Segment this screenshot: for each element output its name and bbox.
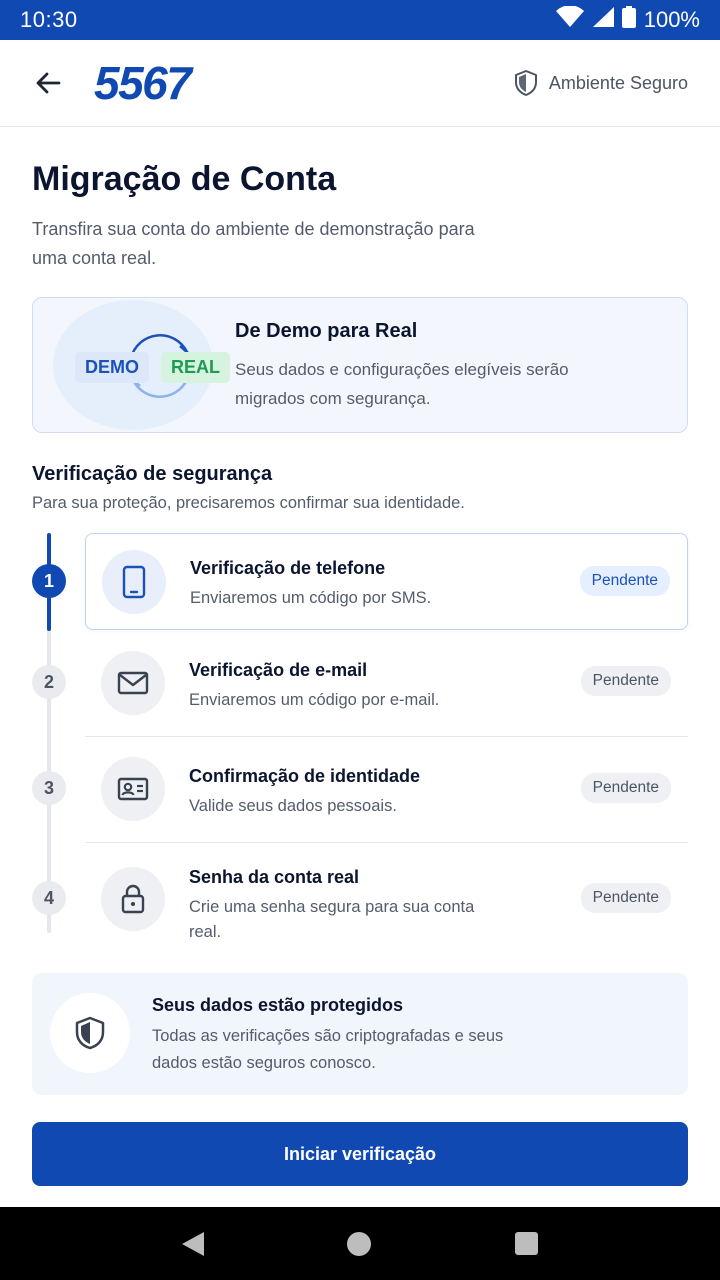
step-number-2: 2 [32,665,66,699]
step-title: Senha da conta real [189,867,360,887]
step-description: Crie uma senha segura para sua conta rea… [189,898,475,941]
shield-check-icon [514,70,537,96]
step-number-4: 4 [32,881,66,915]
secure-environment: Ambiente Seguro [513,69,688,97]
step-identity[interactable]: Confirmação de identidade Valide seus da… [85,737,688,841]
security-description: Para sua proteção, precisaremos confirma… [32,494,465,512]
nav-back-icon[interactable] [181,1231,204,1256]
mail-icon [101,651,165,715]
main-content: Migração de Conta Transfira sua conta do… [32,127,688,963]
step-title: Verificação de telefone [190,558,386,578]
phone-icon [102,550,166,614]
system-nav-bar [0,1207,720,1280]
step-description: Valide seus dados pessoais. [189,797,397,815]
demo-card-description: Seus dados e configurações elegíveis ser… [235,360,569,408]
id-card-icon [101,757,165,821]
arrow-left-icon [36,72,61,94]
verification-steps: 1 Verificação de telefone Enviaremos um … [32,533,688,963]
brand-logo: 5567 [94,57,192,109]
demo-card-title: De Demo para Real [235,320,418,342]
status-badge: Pendente [580,666,671,696]
back-button[interactable] [28,63,68,103]
step-title: Verificação de e-mail [189,660,368,680]
status-icons: 100% [555,5,700,34]
page-subtitle: Transfira sua conta do ambiente de demon… [32,219,475,268]
nav-home-icon[interactable] [347,1231,372,1256]
start-verification-button[interactable]: Iniciar verificação [32,1122,688,1186]
shield-icon [50,993,130,1073]
signal-icon [592,6,614,34]
app-bar: 5567 Ambiente Seguro [0,40,720,127]
step-title: Confirmação de identidade [189,766,421,786]
battery-percent: 100% [643,7,700,32]
step-phone[interactable]: Verificação de telefone Enviaremos um có… [85,533,688,630]
step-number-3: 3 [32,771,66,805]
real-badge: REAL [161,352,230,383]
status-bar: 10:30 100% [0,0,720,40]
demo-to-real-card: DEMO REAL De Demo para Real Seus dados e… [32,297,688,433]
step-email[interactable]: Verificação de e-mail Enviaremos um códi… [85,632,688,732]
battery-icon [621,6,636,34]
step-password[interactable]: Senha da conta real Crie uma senha segur… [85,843,688,955]
status-badge: Pendente [580,883,671,913]
wifi-icon [555,5,584,34]
step-description: Enviaremos um código por SMS. [190,589,432,607]
demo-card-text: De Demo para Real Seus dados e configura… [235,320,615,413]
step-number-1: 1 [32,564,66,598]
security-title: Verificação de segurança [32,463,273,485]
data-protection-card: Seus dados estão protegidos Todas as ver… [32,973,688,1095]
protection-description: Todas as verificações são criptografadas… [152,1027,504,1072]
status-time: 10:30 [20,7,78,32]
lock-icon [101,867,165,931]
status-badge: Pendente [579,566,670,596]
step-description: Enviaremos um código por e-mail. [189,691,440,709]
nav-recents-icon[interactable] [515,1232,539,1255]
page-title: Migração de Conta [32,160,337,198]
demo-badge: DEMO [75,352,149,383]
secure-label: Ambiente Seguro [548,72,688,93]
migration-illustration: DEMO REAL [53,300,230,430]
status-badge: Pendente [580,773,671,803]
protection-title: Seus dados estão protegidos [152,995,404,1015]
